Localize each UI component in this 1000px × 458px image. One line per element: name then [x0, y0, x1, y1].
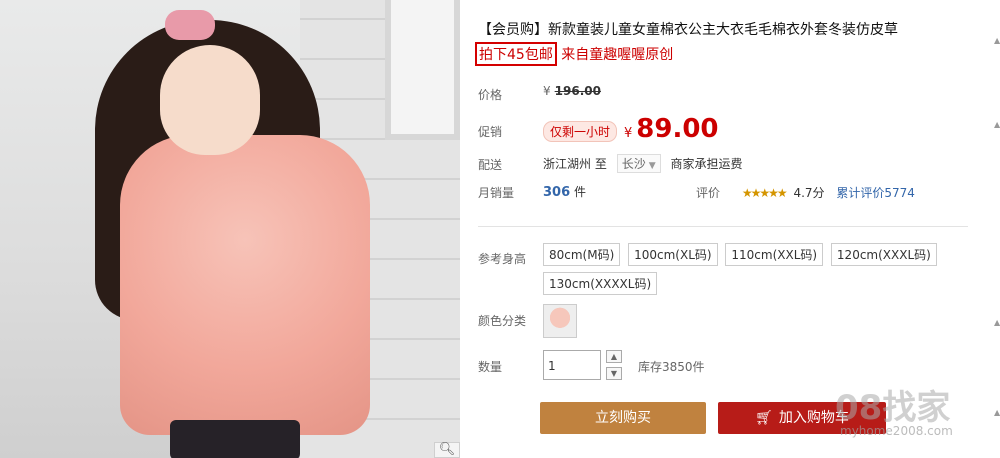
zoom-icon[interactable]: 🔍︎: [434, 442, 460, 458]
chevron-down-icon: ▼: [648, 161, 656, 171]
sales-unit: 件: [573, 185, 586, 199]
rating-score: 4.7分: [793, 186, 825, 200]
stock-info: 库存3850件: [638, 360, 705, 374]
price-label: 价格: [478, 88, 503, 102]
product-photo: [0, 0, 460, 458]
original-price-value: 196.00: [554, 84, 601, 98]
photo-face: [160, 45, 260, 155]
buy-now-button[interactable]: 立刻购买: [540, 402, 706, 434]
watermark-url: myhome2008.com: [840, 424, 953, 438]
photo-hair-bow: [165, 10, 215, 40]
size-option[interactable]: 110cm(XXL码): [725, 243, 824, 266]
sales-count: 306: [543, 185, 571, 200]
shipping-from: 浙江湖州: [543, 157, 592, 171]
quantity-increase-icon[interactable]: ▲: [606, 350, 622, 363]
shipping-info: 浙江湖州 至 长沙 ▼ 商家承担运费: [543, 154, 742, 173]
quantity-input[interactable]: 1: [543, 350, 601, 380]
size-option[interactable]: 80cm(M码): [543, 243, 621, 266]
cart-icon: 🛒︎: [755, 410, 773, 426]
watermark-logo: 08找家: [835, 388, 951, 428]
destination-select[interactable]: 长沙 ▼: [616, 154, 661, 173]
review-label: 评价: [696, 186, 721, 200]
product-title: 【会员购】新款童装儿童女童棉衣公主大衣毛毛棉衣外套冬装仿皮草: [478, 22, 898, 38]
shipping-to-word: 至: [594, 157, 607, 171]
photo-legs: [170, 420, 300, 458]
monthly-sales-label: 月销量: [478, 186, 515, 200]
current-price-value: 89.00: [636, 114, 719, 144]
color-option-thumbnail[interactable]: [543, 304, 577, 338]
section-divider: [478, 226, 968, 227]
destination-value: 长沙: [621, 157, 646, 171]
photo-pink-coat: [120, 135, 370, 435]
size-option[interactable]: 120cm(XXXL码): [830, 243, 937, 266]
edge-marker: ▲: [994, 318, 1000, 327]
site-watermark: 08找家 myhome2008.com: [835, 380, 995, 455]
current-currency-symbol: ¥: [624, 126, 633, 141]
quantity-decrease-icon[interactable]: ▼: [606, 367, 622, 380]
size-option[interactable]: 100cm(XL码): [628, 243, 718, 266]
rating-block: 评价 ★★★★★ 4.7分 累计评价5774: [696, 184, 915, 201]
photo-picture-frame: [385, 0, 460, 140]
monthly-sales: 306 件: [543, 183, 586, 200]
edge-marker: ▲: [994, 36, 1000, 45]
size-options: 80cm(M码) 100cm(XL码) 110cm(XXL码) 120cm(XX…: [543, 243, 963, 301]
shipping-note: 商家承担运费: [670, 157, 743, 171]
original-price: ¥196.00: [543, 84, 601, 98]
quantity-label: 数量: [478, 360, 503, 374]
edge-marker: ▲: [994, 120, 1000, 129]
promo-line: 拍下45包邮 来自童趣喔喔原创: [475, 42, 674, 66]
promo-badge: 仅剩一小时: [543, 121, 618, 142]
current-price: ¥89.00: [624, 114, 719, 144]
promo-text: 来自童趣喔喔原创: [561, 47, 674, 63]
rating-stars-icon: ★★★★★: [741, 186, 788, 200]
color-label: 颜色分类: [478, 314, 527, 328]
promo-highlight: 拍下45包邮: [475, 42, 557, 66]
promo-label: 促销: [478, 125, 503, 139]
review-count-link[interactable]: 累计评价5774: [836, 186, 915, 200]
currency-symbol: ¥: [543, 84, 551, 98]
size-option[interactable]: 130cm(XXXXL码): [543, 272, 658, 295]
size-label: 参考身高: [478, 252, 527, 266]
shipping-label: 配送: [478, 158, 503, 172]
